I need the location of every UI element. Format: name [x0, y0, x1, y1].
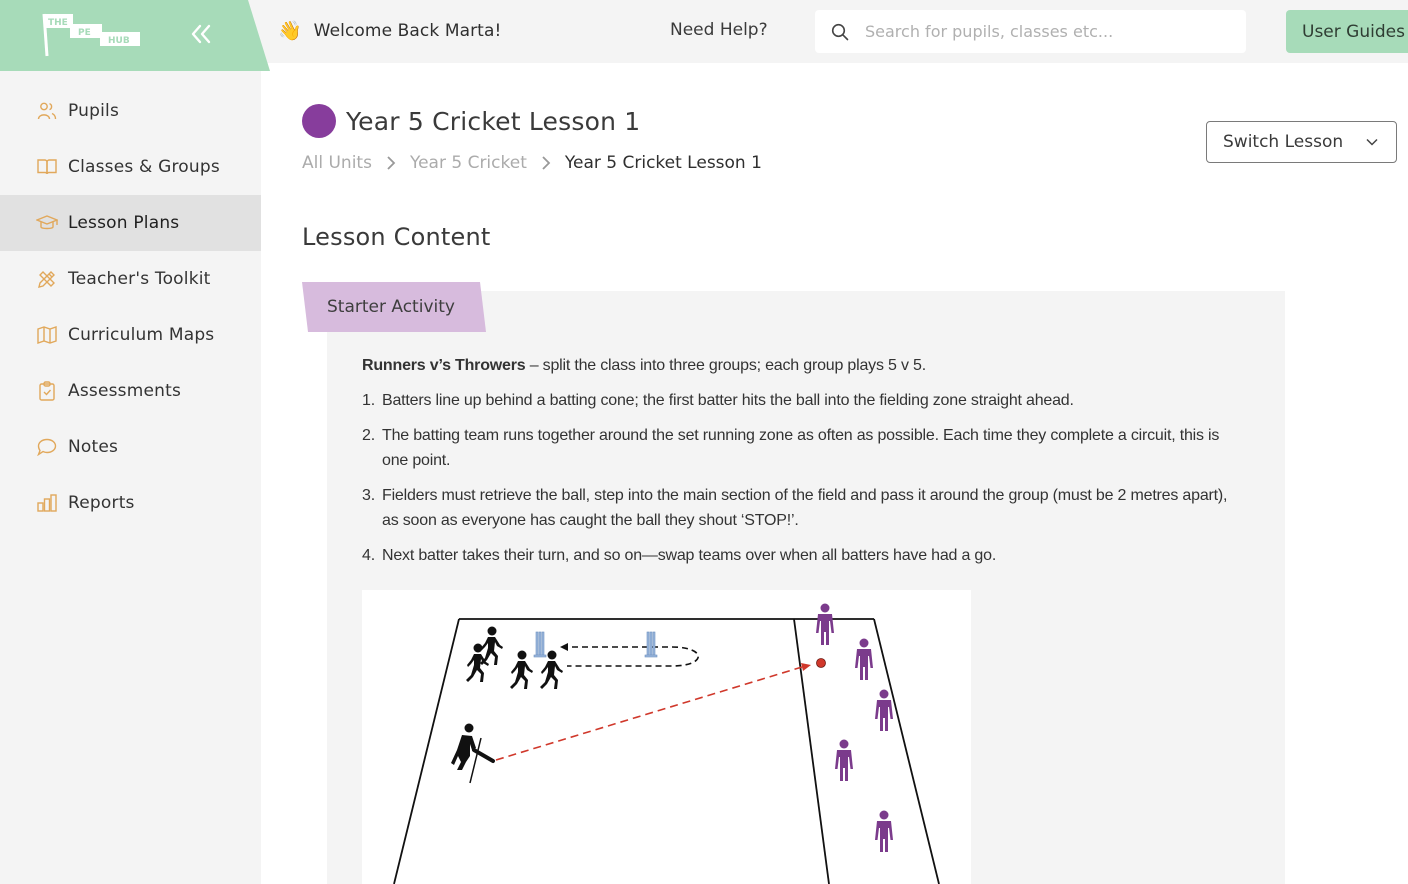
search-icon	[831, 23, 849, 40]
collapse-sidebar-button[interactable]	[188, 20, 214, 48]
activity-name: Runners v’s Throwers	[362, 357, 526, 374]
activity-steps: 1. Batters line up behind a batting cone;…	[362, 388, 1242, 568]
step-item: 4. Next batter takes their turn, and so o…	[362, 543, 1242, 568]
map-icon	[36, 324, 58, 346]
sidebar-item-label: Curriculum Maps	[68, 325, 215, 345]
breadcrumb-all-units[interactable]: All Units	[302, 153, 372, 173]
logo-text-the: THE	[48, 18, 68, 28]
step-number: 2.	[362, 427, 375, 444]
page-header: Year 5 Cricket Lesson 1	[302, 104, 640, 138]
fielder-icon	[835, 739, 853, 781]
sidebar-item-notes[interactable]: Notes	[0, 419, 261, 475]
logo-panel: THE PE HUB	[0, 0, 270, 71]
chat-bubble-icon	[36, 436, 58, 458]
clipboard-check-icon	[36, 380, 58, 402]
graduation-cap-icon	[36, 212, 58, 234]
step-text: The batting team runs together around th…	[382, 427, 1220, 469]
book-icon	[36, 156, 58, 178]
sidebar-item-teachers-toolkit[interactable]: Teacher's Toolkit	[0, 251, 261, 307]
step-item: 1. Batters line up behind a batting cone;…	[362, 388, 1242, 413]
ball-icon	[816, 658, 826, 668]
switch-lesson-dropdown[interactable]: Switch Lesson	[1206, 121, 1397, 163]
tab-label: Starter Activity	[327, 297, 455, 317]
step-number: 3.	[362, 487, 375, 504]
sidebar-item-lesson-plans[interactable]: Lesson Plans	[0, 195, 261, 251]
search-bar[interactable]	[815, 10, 1246, 53]
sidebar-item-label: Teacher's Toolkit	[68, 269, 211, 289]
step-text: Batters line up behind a batting cone; t…	[382, 392, 1074, 409]
chevron-right-icon	[541, 155, 551, 171]
sidebar: Pupils Classes & Groups Lesson Plans Tea…	[0, 63, 261, 884]
tab-starter-activity[interactable]: Starter Activity	[302, 282, 486, 332]
double-chevron-left-icon	[191, 24, 211, 44]
step-text: Next batter takes their turn, and so on—…	[382, 547, 997, 564]
switch-lesson-label: Switch Lesson	[1223, 132, 1344, 152]
pe-hub-logo[interactable]: THE PE HUB	[40, 12, 142, 58]
need-help-link[interactable]: Need Help?	[670, 20, 768, 40]
user-guides-button[interactable]: User Guides	[1286, 10, 1408, 53]
running-path	[560, 643, 700, 667]
users-icon	[36, 100, 58, 122]
activity-intro: Runners v’s Throwers – split the class i…	[362, 354, 1242, 378]
logo-text-hub: HUB	[108, 36, 130, 46]
chevron-down-icon	[1366, 138, 1378, 146]
breadcrumb-current: Year 5 Cricket Lesson 1	[564, 153, 762, 173]
cricket-field-diagram	[362, 590, 971, 884]
welcome-text: Welcome Back Marta!	[313, 21, 502, 41]
wicket-icon	[644, 631, 658, 658]
sidebar-item-label: Notes	[68, 437, 119, 457]
ball-trajectory	[495, 663, 811, 761]
fielder-icon	[816, 603, 834, 645]
runner-icon	[510, 650, 533, 689]
sidebar-item-pupils[interactable]: Pupils	[0, 83, 261, 139]
field-diagram-svg	[393, 603, 940, 884]
breadcrumb-unit[interactable]: Year 5 Cricket	[410, 153, 527, 173]
page-title: Year 5 Cricket Lesson 1	[346, 106, 641, 136]
chevron-right-icon	[386, 155, 396, 171]
activity-summary: – split the class into three groups; eac…	[525, 357, 926, 374]
fielder-icon	[855, 638, 873, 680]
logo-text-pe: PE	[78, 28, 91, 38]
step-text: Fielders must retrieve the ball, step in…	[382, 487, 1228, 529]
section-title: Lesson Content	[302, 223, 491, 251]
tools-icon	[36, 268, 58, 290]
bar-chart-icon	[36, 492, 58, 514]
sidebar-item-label: Lesson Plans	[68, 213, 180, 233]
batter-icon	[451, 723, 495, 784]
arrow-head-icon	[560, 643, 568, 651]
step-number: 1.	[362, 392, 375, 409]
sidebar-item-label: Pupils	[68, 101, 120, 121]
fielder-icon	[875, 689, 893, 731]
step-item: 3. Fielders must retrieve the ball, step …	[362, 483, 1242, 533]
sidebar-item-curriculum-maps[interactable]: Curriculum Maps	[0, 307, 261, 363]
sidebar-item-label: Reports	[68, 493, 135, 513]
search-input[interactable]	[865, 22, 1225, 41]
sidebar-item-label: Classes & Groups	[68, 157, 220, 177]
step-item: 2. The batting team runs together around …	[362, 423, 1242, 473]
unit-color-dot	[302, 104, 336, 138]
runner-icon	[466, 643, 489, 682]
sidebar-item-assessments[interactable]: Assessments	[0, 363, 261, 419]
sidebar-item-reports[interactable]: Reports	[0, 475, 261, 531]
wicket-icon	[533, 631, 547, 658]
waving-hand-icon: 👋	[278, 20, 302, 42]
sidebar-item-classes-groups[interactable]: Classes & Groups	[0, 139, 261, 195]
activity-content: Runners v’s Throwers – split the class i…	[362, 354, 1242, 578]
step-number: 4.	[362, 547, 375, 564]
sidebar-item-label: Assessments	[68, 381, 182, 401]
welcome-message: 👋 Welcome Back Marta!	[278, 18, 501, 44]
breadcrumb: All Units Year 5 Cricket Year 5 Cricket …	[302, 153, 762, 173]
fielder-icon	[875, 810, 893, 852]
